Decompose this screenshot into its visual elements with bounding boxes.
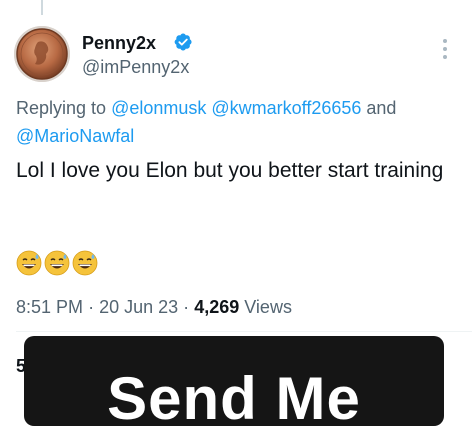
penny-coin-icon bbox=[14, 26, 70, 82]
separator-dot: · bbox=[88, 297, 95, 317]
mention-link-elonmusk[interactable]: @elonmusk bbox=[111, 98, 206, 118]
display-name[interactable]: Penny2x bbox=[82, 32, 156, 54]
tweet-time[interactable]: 8:51 PM bbox=[16, 297, 83, 317]
tweet-timestamp: 8:51 PM · 20 Jun 23 · 4,269 Views bbox=[16, 295, 292, 319]
mention-link-marionawfal[interactable]: @MarioNawfal bbox=[16, 126, 134, 146]
thread-connector-line bbox=[41, 0, 43, 15]
overlay-caption-text: Send Me bbox=[107, 365, 361, 426]
grinning-sweat-face-icon bbox=[16, 250, 42, 276]
replying-to-line: Replying to @elonmusk @kwmarkoff26656 an… bbox=[16, 94, 456, 150]
grinning-sweat-face-icon bbox=[72, 250, 98, 276]
verified-badge-icon[interactable] bbox=[173, 32, 193, 52]
views-label: Views bbox=[244, 297, 292, 317]
overlay-caption-card: Send Me bbox=[24, 336, 444, 426]
more-options-icon[interactable] bbox=[442, 38, 448, 60]
tweet-date[interactable]: 20 Jun 23 bbox=[99, 297, 178, 317]
grinning-sweat-face-icon bbox=[44, 250, 70, 276]
mention-link-kwmarkoff26656[interactable]: @kwmarkoff26656 bbox=[211, 98, 361, 118]
divider bbox=[16, 331, 472, 332]
separator-dot: · bbox=[183, 297, 190, 317]
views-count: 4,269 bbox=[194, 297, 240, 317]
emoji-row bbox=[16, 250, 98, 276]
tweet-text: Lol I love you Elon but you better start… bbox=[16, 159, 444, 182]
avatar[interactable] bbox=[14, 26, 70, 82]
user-handle[interactable]: @imPenny2x bbox=[82, 56, 189, 78]
replying-to-label: Replying to bbox=[16, 98, 112, 118]
replying-to-joiner: and bbox=[361, 98, 397, 118]
